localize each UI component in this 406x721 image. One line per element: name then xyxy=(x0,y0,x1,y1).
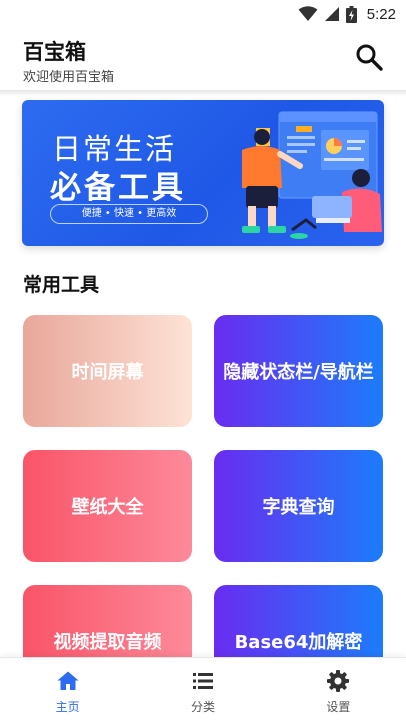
section-title: 常用工具 xyxy=(23,274,100,296)
status-icons: 5:22 xyxy=(298,5,396,23)
tool-card-label: 视频提取音频 xyxy=(53,632,162,653)
tool-card-label: 字典查询 xyxy=(262,497,335,518)
tool-card-hide-bars[interactable]: 隐藏状态栏/导航栏 xyxy=(214,315,383,427)
nav-item-category[interactable]: 分类 xyxy=(135,658,270,721)
signal-icon xyxy=(324,7,339,21)
search-button[interactable] xyxy=(354,42,384,72)
tool-card-label: 隐藏状态栏/导航栏 xyxy=(223,362,374,383)
nav-item-home[interactable]: 主页 xyxy=(0,658,135,721)
app-header: 百宝箱 欢迎使用百宝箱 xyxy=(0,28,406,90)
header-divider xyxy=(0,90,406,96)
wifi-icon xyxy=(298,6,318,21)
banner-subheadline: 必备工具 xyxy=(50,170,186,206)
bottom-navigation: 主页 分类 设置 xyxy=(0,657,406,721)
nav-label-settings: 设置 xyxy=(326,700,351,714)
gear-icon xyxy=(327,670,350,692)
search-icon xyxy=(356,44,383,71)
banner-illustration xyxy=(242,111,382,239)
app-subtitle: 欢迎使用百宝箱 xyxy=(23,70,115,85)
app-screen: 5:22 百宝箱 欢迎使用百宝箱 日常生活 必备工具 便捷 • 快速 • 更高效 xyxy=(0,0,406,721)
status-bar: 5:22 xyxy=(0,0,406,28)
status-time: 5:22 xyxy=(366,5,396,23)
battery-icon xyxy=(345,5,357,23)
tool-card-wallpapers[interactable]: 壁纸大全 xyxy=(23,450,192,562)
tool-card-label: Base64加解密 xyxy=(234,632,363,653)
tool-card-label: 壁纸大全 xyxy=(71,497,144,518)
nav-label-home: 主页 xyxy=(55,700,80,714)
tool-card-label: 时间屏幕 xyxy=(71,362,144,383)
tool-card-dictionary[interactable]: 字典查询 xyxy=(214,450,383,562)
app-title: 百宝箱 xyxy=(23,40,86,64)
nav-label-category: 分类 xyxy=(190,700,215,714)
promo-banner[interactable]: 日常生活 必备工具 便捷 • 快速 • 更高效 xyxy=(22,100,384,246)
tool-card-time-screen[interactable]: 时间屏幕 xyxy=(23,315,192,427)
nav-item-settings[interactable]: 设置 xyxy=(271,658,406,721)
list-icon xyxy=(192,673,213,689)
home-icon xyxy=(57,671,79,690)
